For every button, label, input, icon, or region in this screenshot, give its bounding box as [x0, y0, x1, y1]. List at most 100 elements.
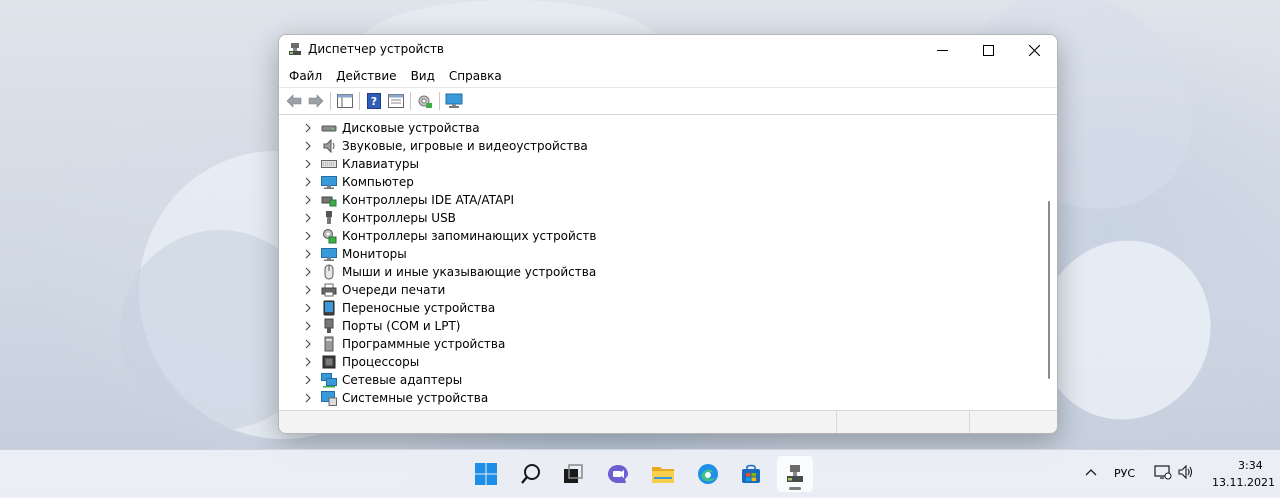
- chevron-right-icon[interactable]: [303, 159, 313, 169]
- close-button[interactable]: [1011, 35, 1057, 65]
- toolbar-separator: [410, 92, 411, 110]
- chevron-right-icon[interactable]: [303, 321, 313, 331]
- chevron-right-icon[interactable]: [303, 213, 313, 223]
- menu-help[interactable]: Справка: [442, 69, 509, 83]
- tree-item-label: Сетевые адаптеры: [342, 373, 463, 387]
- menu-bar: Файл Действие Вид Справка: [279, 65, 1057, 87]
- tree-item-ide-controllers[interactable]: Контроллеры IDE ATA/ATAPI: [279, 191, 1019, 209]
- computer-icon: [321, 176, 337, 189]
- update-driver-icon: [418, 95, 432, 108]
- file-explorer-button[interactable]: [645, 456, 681, 492]
- clock-date[interactable]: 13.11.2021: [1212, 476, 1275, 489]
- properties-icon: [388, 94, 404, 108]
- maximize-button[interactable]: [965, 35, 1011, 65]
- scan-hardware-button[interactable]: [414, 90, 436, 112]
- tree-item-label: Клавиатуры: [342, 157, 419, 171]
- title-bar[interactable]: Диспетчер устройств: [279, 35, 1057, 65]
- tree-item-label: Контроллеры запоминающих устройств: [342, 229, 597, 243]
- menu-action[interactable]: Действие: [329, 69, 403, 83]
- chevron-up-icon[interactable]: [1085, 467, 1097, 477]
- help-button[interactable]: ?: [363, 90, 385, 112]
- chevron-right-icon[interactable]: [303, 339, 313, 349]
- chevron-right-icon[interactable]: [303, 123, 313, 133]
- volume-icon[interactable]: [1178, 465, 1194, 479]
- toolbar: ?: [279, 87, 1057, 115]
- tree-item-storage-controllers[interactable]: Контроллеры запоминающих устройств: [279, 227, 1019, 245]
- tree-item-ports[interactable]: Порты (COM и LPT): [279, 317, 1019, 335]
- chevron-right-icon[interactable]: [303, 285, 313, 295]
- close-icon: [1028, 44, 1040, 56]
- device-manager-window: Диспетчер устройств Файл Действие Вид Сп…: [278, 34, 1058, 434]
- tree-item-label: Системные устройства: [342, 391, 489, 405]
- status-bar: [279, 410, 1057, 433]
- scan-changes-button[interactable]: [443, 90, 465, 112]
- chevron-right-icon[interactable]: [303, 231, 313, 241]
- tree-item-software-devices[interactable]: Программные устройства: [279, 335, 1019, 353]
- tree-item-disk-drives[interactable]: Дисковые устройства: [279, 119, 1019, 137]
- windows-logo-icon: [475, 463, 497, 485]
- tree-item-label: Звуковые, игровые и видеоустройства: [342, 139, 588, 153]
- tree-item-computer[interactable]: Компьютер: [279, 173, 1019, 191]
- chevron-right-icon[interactable]: [303, 393, 313, 403]
- active-indicator: [789, 487, 801, 490]
- chat-button[interactable]: [600, 456, 636, 492]
- tree-item-usb-controllers[interactable]: Контроллеры USB: [279, 209, 1019, 227]
- processor-icon: [322, 355, 336, 369]
- tree-item-network-adapters[interactable]: Сетевые адаптеры: [279, 371, 1019, 389]
- chevron-right-icon[interactable]: [303, 249, 313, 259]
- clock-time[interactable]: 3:34: [1238, 459, 1263, 472]
- start-button[interactable]: [468, 456, 504, 492]
- forward-button[interactable]: [305, 90, 327, 112]
- chevron-right-icon[interactable]: [303, 357, 313, 367]
- tree-item-processors[interactable]: Процессоры: [279, 353, 1019, 371]
- toolbar-separator: [330, 92, 331, 110]
- tree-item-portable-devices[interactable]: Переносные устройства: [279, 299, 1019, 317]
- tree-item-print-queues[interactable]: Очереди печати: [279, 281, 1019, 299]
- task-view-icon: [564, 464, 583, 483]
- monitor-icon: [321, 248, 337, 261]
- task-view-button[interactable]: [555, 456, 591, 492]
- forward-arrow-icon: [308, 94, 324, 108]
- back-button[interactable]: [283, 90, 305, 112]
- device-manager-app-icon: [289, 43, 301, 55]
- keyboard-icon: [321, 160, 337, 168]
- chevron-right-icon[interactable]: [303, 303, 313, 313]
- properties-button[interactable]: [385, 90, 407, 112]
- software-device-icon: [324, 336, 334, 352]
- tree-item-sound-video-game[interactable]: Звуковые, игровые и видеоустройства: [279, 137, 1019, 155]
- portable-device-icon: [323, 300, 335, 316]
- system-device-icon: [321, 391, 337, 406]
- network-icon[interactable]: [1154, 464, 1172, 480]
- chevron-right-icon[interactable]: [303, 177, 313, 187]
- chevron-right-icon[interactable]: [303, 267, 313, 277]
- console-tree-icon: [337, 94, 353, 108]
- store-button[interactable]: [733, 456, 769, 492]
- chevron-right-icon[interactable]: [303, 375, 313, 385]
- tree-item-label: Компьютер: [342, 175, 414, 189]
- menu-file[interactable]: Файл: [282, 69, 329, 83]
- chevron-right-icon[interactable]: [303, 141, 313, 151]
- tree-item-keyboards[interactable]: Клавиатуры: [279, 155, 1019, 173]
- tree-item-label: Процессоры: [342, 355, 420, 369]
- tree-item-system-devices[interactable]: Системные устройства: [279, 389, 1019, 407]
- show-hide-console-tree-button[interactable]: [334, 90, 356, 112]
- device-tree: Дисковые устройства Звуковые, игровые и …: [279, 119, 1039, 409]
- menu-view[interactable]: Вид: [404, 69, 442, 83]
- language-indicator[interactable]: РУС: [1114, 467, 1135, 480]
- scrollbar-thumb[interactable]: [1048, 201, 1050, 379]
- tree-item-label: Программные устройства: [342, 337, 506, 351]
- speaker-icon: [323, 138, 335, 154]
- svg-text:?: ?: [371, 95, 377, 108]
- tree-item-mice[interactable]: Мыши и иные указывающие устройства: [279, 263, 1019, 281]
- minimize-button[interactable]: [919, 35, 965, 65]
- edge-button[interactable]: [690, 456, 726, 492]
- edge-browser-icon: [698, 464, 718, 484]
- device-manager-taskbar-button[interactable]: [777, 456, 813, 492]
- search-button[interactable]: [513, 456, 549, 492]
- tree-item-label: Мониторы: [342, 247, 407, 261]
- network-adapter-icon: [321, 373, 337, 388]
- tree-item-label: Контроллеры USB: [342, 211, 456, 225]
- usb-icon: [326, 211, 332, 224]
- chevron-right-icon[interactable]: [303, 195, 313, 205]
- tree-item-monitors[interactable]: Мониторы: [279, 245, 1019, 263]
